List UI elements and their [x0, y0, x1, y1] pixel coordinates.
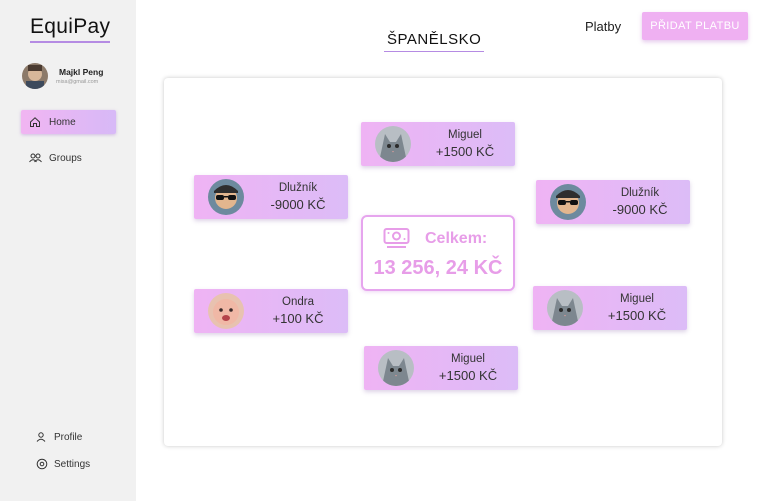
member-amount: +100 KČ	[272, 311, 324, 326]
sidebar-item-profile[interactable]: Profile	[30, 425, 120, 449]
member-card[interactable]: Dlužník -9000 KČ	[194, 175, 348, 219]
member-card[interactable]: Dlužník -9000 KČ	[536, 180, 690, 224]
member-amount: -9000 KČ	[270, 197, 326, 212]
member-avatar	[547, 290, 583, 326]
member-card[interactable]: Miguel +1500 KČ	[364, 346, 518, 390]
member-name: Dlužník	[620, 187, 660, 199]
sidebar: EquiPay Majkl Peng misa@gmail.com Home G…	[0, 0, 136, 501]
member-name: Dlužník	[278, 182, 318, 194]
sidebar-item-settings[interactable]: Settings	[30, 452, 120, 476]
app-logo[interactable]: EquiPay	[30, 14, 111, 43]
user-avatar	[22, 63, 48, 89]
sidebar-item-label: Settings	[54, 458, 91, 470]
home-icon	[21, 116, 49, 128]
user-icon	[30, 432, 54, 442]
nav-link-platby[interactable]: Platby	[585, 19, 621, 34]
member-avatar	[378, 350, 414, 386]
sidebar-item-label: Home	[49, 116, 76, 128]
groups-icon	[21, 153, 49, 163]
add-payment-button[interactable]: PŘIDAT PLATBU	[642, 12, 748, 40]
money-icon	[383, 226, 411, 255]
member-avatar	[375, 126, 411, 162]
sidebar-item-groups[interactable]: Groups	[21, 146, 116, 170]
member-card[interactable]: Miguel +1500 KČ	[361, 122, 515, 166]
user-name: Majkl Peng	[59, 67, 104, 77]
sidebar-item-home[interactable]: Home	[21, 110, 116, 134]
member-name: Miguel	[451, 353, 485, 365]
sidebar-item-label: Groups	[49, 152, 82, 164]
member-amount: -9000 KČ	[612, 202, 668, 217]
total-label: Celkem:	[425, 230, 488, 247]
user-email: misa@gmail.com	[56, 79, 99, 85]
total-summary: Celkem: 13 256, 24 KČ	[361, 215, 515, 291]
member-avatar	[550, 184, 586, 220]
member-name: Ondra	[282, 296, 314, 308]
gear-icon	[30, 458, 54, 470]
member-card[interactable]: Miguel +1500 KČ	[533, 286, 687, 330]
member-amount: +1500 KČ	[607, 308, 667, 323]
total-amount: 13 256, 24 KČ	[373, 257, 503, 279]
member-amount: +1500 KČ	[435, 144, 495, 159]
member-amount: +1500 KČ	[438, 368, 498, 383]
page-title: ŠPANĚLSKO	[384, 30, 485, 52]
member-card[interactable]: Ondra +100 KČ	[194, 289, 348, 333]
sidebar-item-label: Profile	[54, 431, 83, 443]
member-name: Miguel	[620, 293, 654, 305]
member-avatar	[208, 293, 244, 329]
user-profile-summary[interactable]: Majkl Peng misa@gmail.com	[22, 63, 132, 89]
member-avatar	[208, 179, 244, 215]
member-name: Miguel	[448, 129, 482, 141]
